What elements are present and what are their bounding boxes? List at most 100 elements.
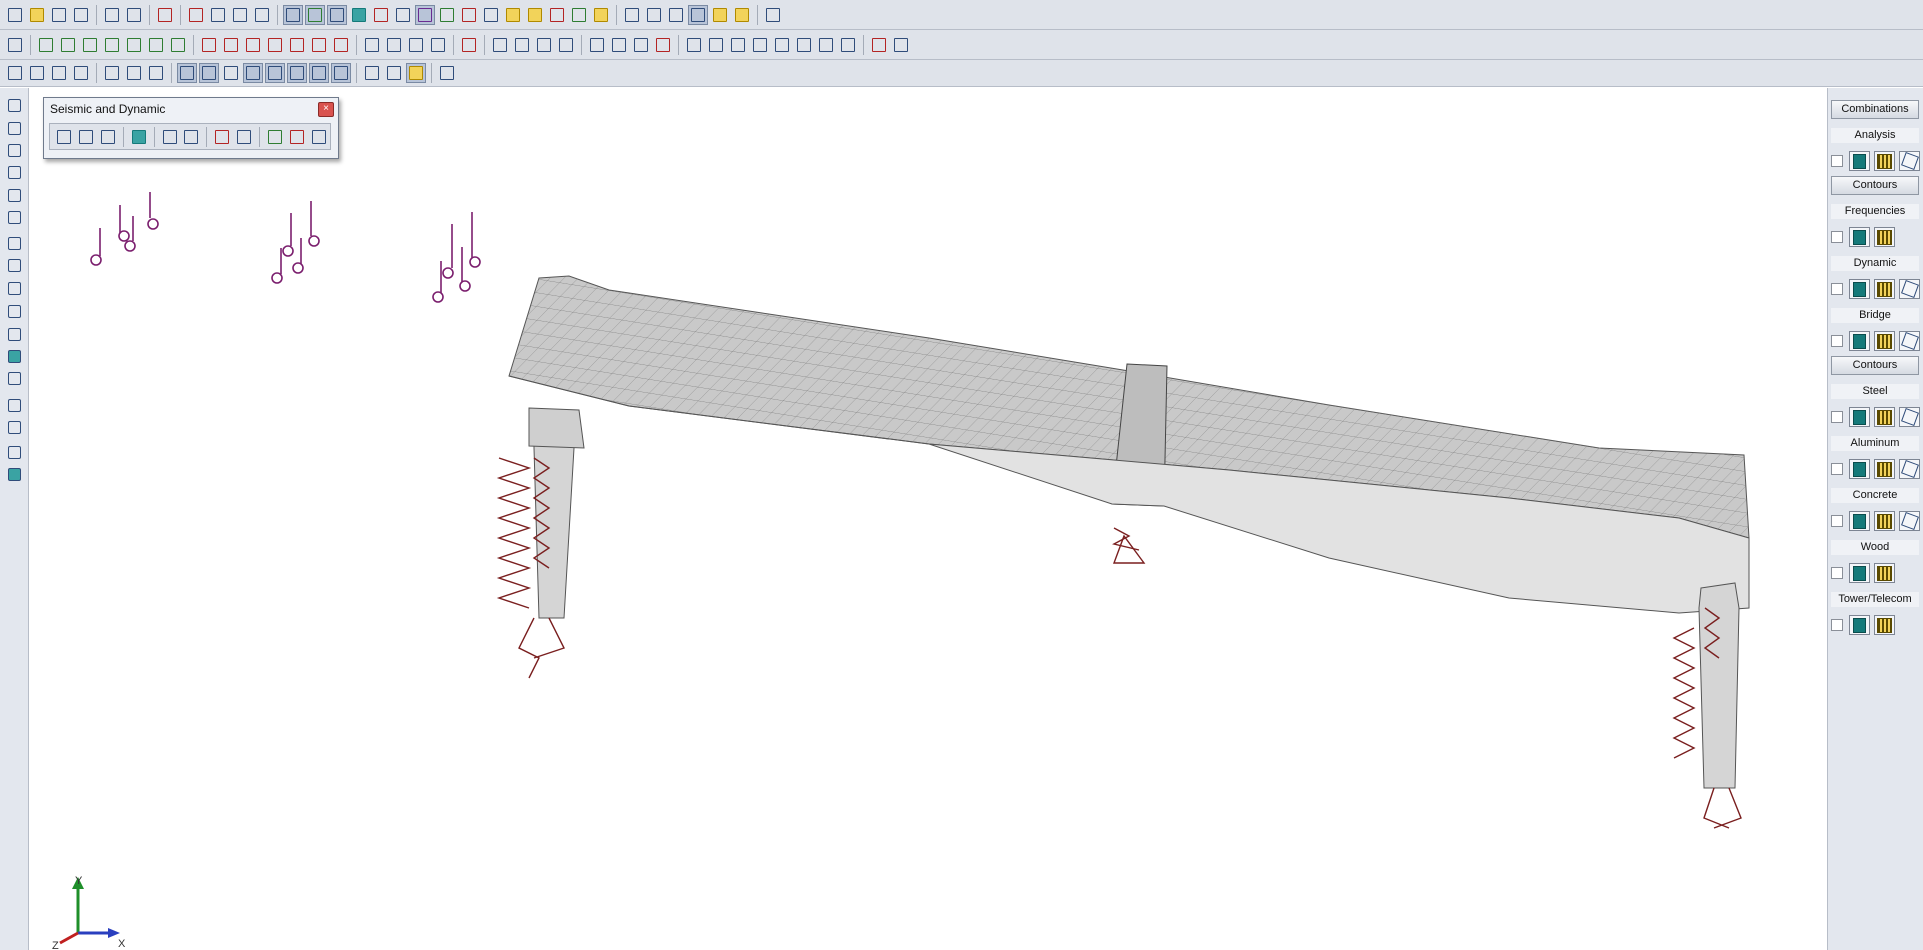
deflection-icon[interactable] (437, 5, 457, 25)
draw-load-icon[interactable] (124, 35, 144, 55)
select-mode-icon[interactable] (305, 4, 325, 25)
magnet-icon[interactable] (547, 5, 567, 25)
analysis-report-icon[interactable] (1849, 151, 1870, 171)
spectrum-edit-icon[interactable] (234, 127, 254, 147)
cube-blue-view-icon[interactable] (4, 369, 24, 387)
globe-rotate-icon[interactable] (4, 119, 24, 137)
wood-checkbox[interactable] (1831, 567, 1843, 579)
spectrum-chart-icon[interactable] (212, 127, 232, 147)
refresh-icon[interactable] (4, 163, 24, 181)
box-unselect-mode-icon[interactable] (243, 63, 263, 83)
polygon-unselect-mode-icon[interactable] (287, 63, 307, 83)
mode-shape-icon[interactable] (129, 127, 149, 147)
combinations-button[interactable]: Combinations (1831, 100, 1919, 119)
redraw-icon[interactable] (459, 35, 479, 55)
extrude-icon[interactable] (556, 35, 576, 55)
new-file-icon[interactable] (5, 5, 25, 25)
copy-icon[interactable] (406, 35, 426, 55)
rotate-icon[interactable] (384, 35, 404, 55)
triangle-icon[interactable] (631, 35, 651, 55)
plate-icon[interactable] (252, 5, 272, 25)
folder-settings-icon[interactable] (732, 5, 752, 25)
wood-table-icon[interactable] (1874, 563, 1895, 583)
mirror-icon[interactable] (609, 35, 629, 55)
unselect-all-icon[interactable] (27, 63, 47, 83)
iso-view-icon[interactable] (4, 234, 24, 252)
measure-icon[interactable] (415, 4, 435, 25)
draw-support-icon[interactable] (146, 35, 166, 55)
aluminum-table-icon[interactable] (1874, 459, 1895, 479)
dynamic-table-icon[interactable] (1874, 279, 1895, 299)
contours-button-2[interactable]: Contours (1831, 356, 1919, 375)
window-cascade-icon[interactable] (688, 4, 708, 25)
truck-load-icon[interactable] (4, 418, 24, 436)
bottle-icon[interactable] (569, 5, 589, 25)
delete-node-icon[interactable] (199, 35, 219, 55)
layers-icon[interactable] (481, 5, 501, 25)
chevron-down-icon[interactable] (891, 35, 911, 55)
save-selection-icon[interactable] (102, 63, 122, 83)
frequencies-table-icon[interactable] (1874, 227, 1895, 247)
concrete-table-icon[interactable] (1874, 511, 1895, 531)
graph-red-icon[interactable] (287, 127, 307, 147)
invert-selection-icon[interactable] (49, 63, 69, 83)
pan-hand-icon[interactable] (4, 96, 24, 114)
solid-red-icon[interactable] (459, 5, 479, 25)
bridge-icon[interactable] (393, 5, 413, 25)
clone-view-icon[interactable] (4, 465, 24, 483)
zoom-in-icon[interactable] (4, 186, 24, 204)
seismic-dynamic-toolbar-window[interactable]: Seismic and Dynamic × (43, 97, 339, 159)
analysis-view-icon[interactable] (1899, 151, 1920, 171)
node-tool-icon[interactable] (728, 35, 748, 55)
line-select-mode-icon[interactable] (199, 63, 219, 83)
draw-area-icon[interactable] (168, 35, 188, 55)
criteria-select-icon[interactable] (71, 63, 91, 83)
contours-button-1[interactable]: Contours (1831, 176, 1919, 195)
checkbox-tool-icon[interactable] (437, 63, 457, 83)
chevron-down-icon[interactable] (706, 35, 726, 55)
gear-icon[interactable] (710, 5, 730, 25)
spreadsheet-icon[interactable] (5, 35, 25, 55)
model-wizard-icon[interactable] (155, 5, 175, 25)
beam-load-icon[interactable] (622, 5, 642, 25)
wall-tool-icon[interactable] (794, 35, 814, 55)
aluminum-report-icon[interactable] (1849, 459, 1870, 479)
cube-teal-view-icon[interactable] (4, 347, 24, 365)
frequencies-checkbox[interactable] (1831, 231, 1843, 243)
moving-load-icon[interactable] (869, 35, 889, 55)
dynamic-view-icon[interactable] (1899, 279, 1920, 299)
draw-solid-icon[interactable] (102, 35, 122, 55)
lock-selection-icon[interactable] (146, 63, 166, 83)
render-icon[interactable] (208, 5, 228, 25)
redo-icon[interactable] (124, 5, 144, 25)
mesh-icon[interactable] (534, 35, 554, 55)
split-member-icon[interactable] (490, 35, 510, 55)
polygon-select-mode-icon[interactable] (221, 63, 241, 83)
delete-support-icon[interactable] (309, 35, 329, 55)
front-view-icon[interactable] (4, 256, 24, 274)
model-viewport[interactable] (29, 88, 1827, 950)
top-view-icon[interactable] (4, 279, 24, 297)
plates-3d-icon[interactable] (503, 5, 523, 25)
steel-report-icon[interactable] (1849, 407, 1870, 427)
color-wheel-icon[interactable] (653, 35, 673, 55)
ruler-icon[interactable] (591, 5, 611, 25)
grid-icon[interactable] (362, 35, 382, 55)
delete-solid-icon[interactable] (265, 35, 285, 55)
graph-blue-icon[interactable] (309, 127, 329, 147)
dynamic-report-icon[interactable] (1849, 279, 1870, 299)
cube-view-icon[interactable] (4, 325, 24, 343)
bridge-table-icon[interactable] (1874, 331, 1895, 351)
steel-view-icon[interactable] (1899, 407, 1920, 427)
bridge-view-icon[interactable] (1899, 331, 1920, 351)
snap-grid-icon[interactable] (4, 141, 24, 159)
delete-area-icon[interactable] (331, 35, 351, 55)
merge-icon[interactable] (512, 35, 532, 55)
box-select-icon[interactable] (327, 4, 347, 25)
box-select-mode-icon[interactable] (177, 63, 197, 83)
tower-telecom-checkbox[interactable] (1831, 619, 1843, 631)
aluminum-view-icon[interactable] (1899, 459, 1920, 479)
retrieve-selection-icon[interactable] (124, 63, 144, 83)
side-view-icon[interactable] (4, 302, 24, 320)
delete-load-icon[interactable] (287, 35, 307, 55)
